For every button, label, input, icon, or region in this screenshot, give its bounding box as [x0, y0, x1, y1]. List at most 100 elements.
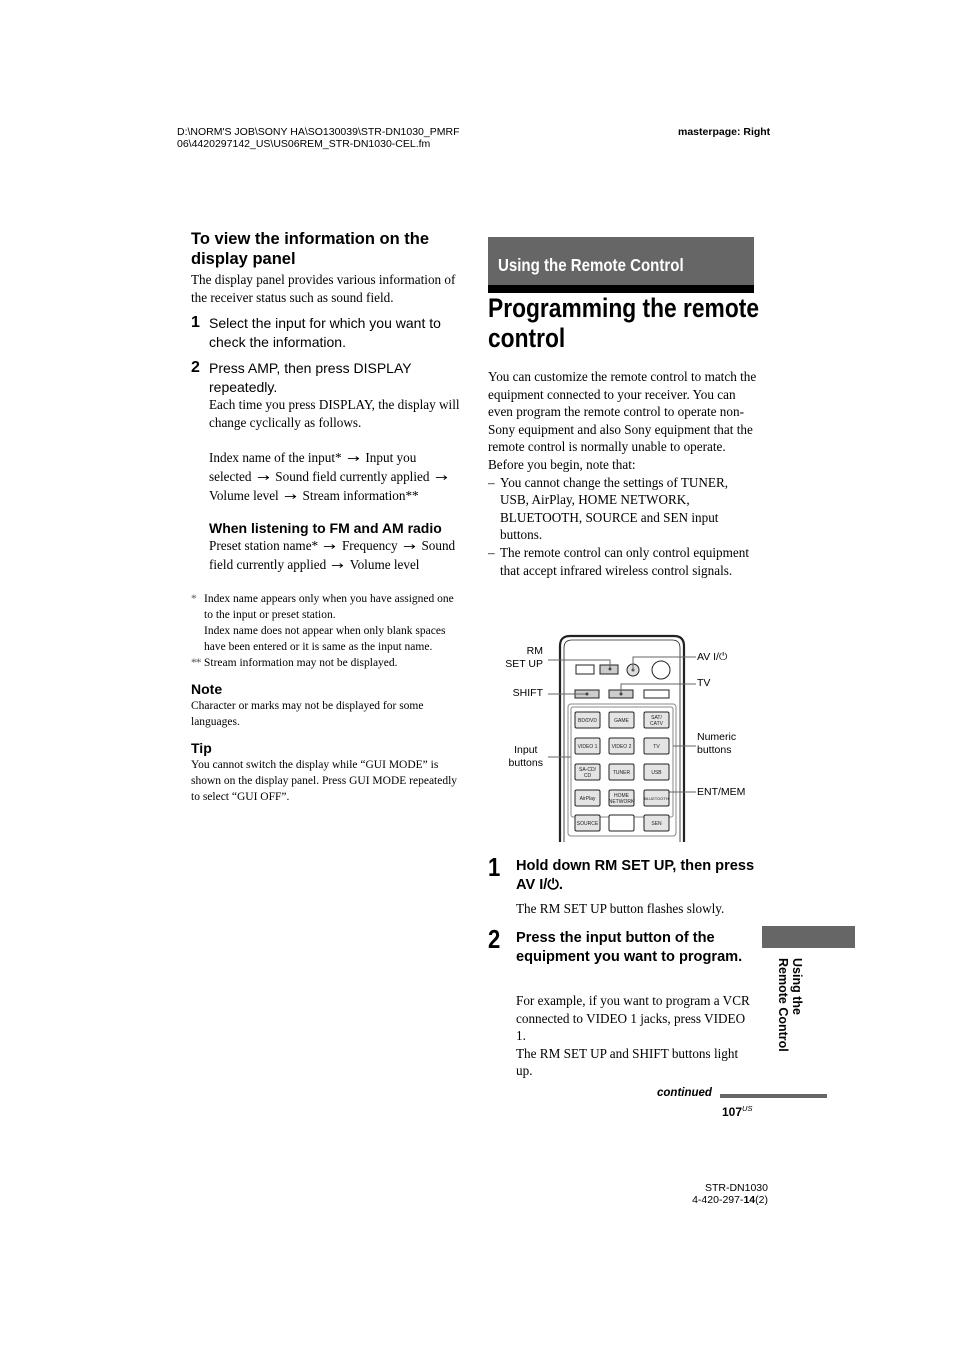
blank-button [643, 689, 670, 699]
dash-bullet: – [488, 544, 495, 560]
step-number: 2 [191, 359, 200, 377]
note-heading: Note [191, 681, 223, 698]
remote-button-label: NETWORK [609, 799, 635, 805]
label-shift: SHIFT [512, 687, 543, 699]
arrow-right-icon: → [434, 470, 448, 484]
step-2: 2 Press AMP, then press DISPLAY repeated… [191, 359, 461, 574]
continued-label: continued [657, 1087, 712, 1099]
remote-button: SAT/CATV [643, 711, 670, 729]
input-button-grid: BD/DVD GAME SAT/CATV VIDEO 1 VIDEO 2 TV SA-CD/… [574, 711, 670, 832]
round-button [651, 660, 671, 680]
remote-button: GAME [608, 711, 635, 729]
step-heading: Press the input button of the equipment … [516, 930, 743, 965]
label-rm-setup: RM SET UP [505, 645, 543, 670]
note-text: Character or marks may not be displayed … [191, 700, 424, 729]
label-ent-mem: ENT/MEM [697, 786, 746, 798]
remote-button: TV [643, 737, 670, 755]
footnote-text: Stream information may not be displayed. [204, 657, 398, 670]
footnotes: * Index name appears only when you have … [191, 591, 461, 671]
remote-button-label: SOURCE [577, 821, 599, 827]
fm-am-subheading: When listening to FM and AM radio [209, 520, 442, 537]
program-step-1: 1 Hold down RM SET UP, then press AV I/⏻… [488, 852, 758, 922]
program-step-2: 2 Press the input button of the equipmen… [488, 924, 758, 1084]
step-number: 1 [191, 314, 200, 332]
section-banner-rule [488, 285, 754, 293]
continued-bar [720, 1094, 827, 1098]
label-input-buttons: Input buttons [508, 744, 543, 769]
step-1: 1 Select the input for which you want to… [191, 314, 461, 351]
intro-paragraph: You can customize the remote control to … [488, 369, 757, 455]
step-body: For example, if you want to program a VC… [516, 993, 750, 1079]
footnote-mark: * [191, 593, 197, 606]
remote-button-label: TV [653, 744, 660, 750]
remote-button-label: VIDEO 2 [612, 744, 632, 750]
note-item-text: The remote control can only control equi… [500, 544, 750, 578]
chapter-tab-label: Using the Remote Control [776, 958, 804, 1052]
label-av-power: AV I/⏻ [697, 651, 728, 663]
footnote-1: * Index name appears only when you have … [191, 591, 461, 655]
remote-button-label: VIDEO 1 [578, 744, 598, 750]
arrow-right-icon: → [284, 489, 298, 503]
remote-button-label: BLUETOOTH [644, 796, 668, 801]
file-path-line-2: 06\4420297142_US\US06REM_STR-DN1030-CEL.… [177, 138, 431, 150]
arrow-right-icon: → [347, 452, 360, 466]
note-item-text: You cannot change the settings of TUNER,… [500, 474, 729, 543]
tip-text: You cannot switch the display while “GUI… [191, 759, 458, 804]
before-you-begin: Before you begin, note that: [488, 456, 636, 472]
remote-button [608, 814, 635, 832]
intro-body: You can customize the remote control to … [488, 368, 758, 579]
arrow-right-icon: → [323, 540, 337, 554]
footnote-text: Index name does not appear when only bla… [204, 625, 446, 654]
file-path-header: D:\NORM'S JOB\SONY HA\SO130039\STR-DN103… [177, 126, 459, 150]
chapter-tab [762, 926, 855, 948]
label-numeric-buttons: Numeric buttons [697, 731, 737, 756]
left-column: To view the information on the display p… [191, 229, 461, 805]
arrow-right-icon: → [331, 558, 345, 572]
remote-button-label: AirPlay [580, 796, 596, 802]
note-item: – You cannot change the settings of TUNE… [488, 474, 758, 544]
footnote-mark: ** [191, 657, 202, 670]
display-cycle-item: Volume level [209, 487, 279, 503]
remote-button: VIDEO 2 [608, 737, 635, 755]
part-number: 4-420-297-14(2) [692, 1194, 768, 1206]
arrow-right-icon: → [403, 540, 416, 554]
remote-control-diagram: BD/DVD GAME SAT/CATV VIDEO 1 VIDEO 2 TV SA-CD/… [500, 632, 760, 842]
radio-cycle-item: Volume level [349, 556, 420, 572]
step-number: 2 [488, 924, 501, 954]
tip-heading: Tip [191, 740, 212, 757]
remote-button: SEN [643, 814, 670, 832]
remote-button-label: SEN [651, 821, 662, 827]
top-left-button [575, 664, 595, 675]
footnote-text: Index name appears only when you have as… [204, 593, 454, 622]
step-body: The RM SET UP button flashes slowly. [516, 901, 725, 916]
display-cycle-item: Sound field currently applied [275, 468, 430, 484]
display-cycle-chain: Index name of the input* → Input you sel… [209, 449, 461, 505]
note-item: – The remote control can only control eq… [488, 544, 758, 579]
remote-button-label: CD [584, 773, 592, 779]
remote-button-label: GAME [614, 718, 629, 724]
display-cycle-item: Stream information** [302, 487, 419, 503]
page-number: 107US [722, 1104, 753, 1119]
display-cycle-item: Index name of the input* [209, 450, 342, 466]
remote-button: USB [643, 763, 670, 781]
remote-button-label: TUNER [613, 770, 631, 776]
model-footer: STR-DN1030 4-420-297-14(2) [680, 1182, 768, 1206]
dash-bullet: – [488, 474, 495, 490]
remote-button-label: USB [651, 770, 662, 776]
footnote-2: ** Stream information may not be display… [191, 655, 461, 671]
remote-button: HOMENETWORK [608, 789, 635, 807]
radio-cycle-item: Preset station name* [209, 538, 319, 554]
radio-cycle-item: Frequency [341, 538, 398, 554]
step-text: Select the input for which you want to c… [209, 315, 441, 350]
intro-paragraph: The display panel provides various infor… [191, 272, 456, 305]
section-heading-display-info: To view the information on the display p… [191, 230, 430, 268]
remote-button-label: CATV [650, 721, 664, 727]
model-number: STR-DN1030 [704, 1182, 768, 1194]
section-banner-title: Using the Remote Control [498, 255, 684, 275]
step-text: Press AMP, then press DISPLAY repeatedly… [209, 360, 412, 395]
remote-button: SOURCE [574, 814, 601, 832]
remote-button: BLUETOOTH [643, 789, 670, 807]
remote-button: VIDEO 1 [574, 737, 601, 755]
file-path-line-1: D:\NORM'S JOB\SONY HA\SO130039\STR-DN103… [177, 126, 460, 138]
step-heading: Hold down RM SET UP, then press AV I/⏻. [516, 858, 755, 893]
